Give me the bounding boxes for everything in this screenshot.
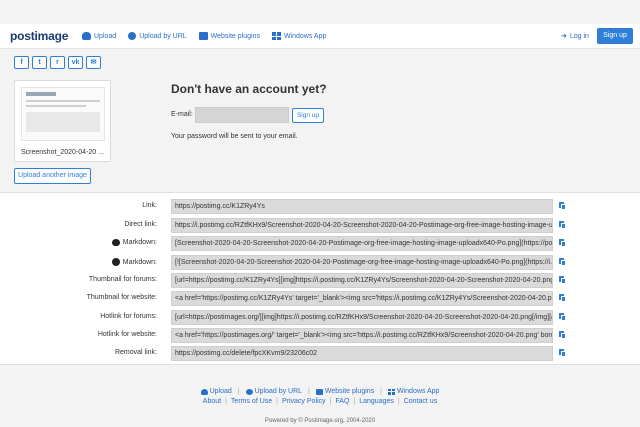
removal-link-field[interactable]: https://postimg.cc/delete/fpcXKvm9/23206… [171, 346, 553, 361]
direct-link-label: Direct link: [124, 221, 157, 228]
reddit-share-button[interactable]: r [50, 56, 65, 69]
footer-upload-link[interactable]: Upload [200, 388, 232, 395]
cloud-upload-icon [82, 32, 91, 40]
hotlink-forums-field[interactable]: [url=https://postimages.org/][img]https:… [171, 310, 553, 325]
copy-icon[interactable] [559, 294, 566, 302]
markdown-github-label: Markdown: [111, 258, 157, 266]
nav-windows-app-label: Windows App [283, 32, 327, 40]
copy-icon[interactable] [559, 202, 566, 210]
footer-faq-link[interactable]: FAQ [335, 398, 349, 405]
footer-privacy-link[interactable]: Privacy Policy [282, 398, 326, 405]
link-field[interactable]: https://postimg.cc/K1ZRy4Ys [171, 199, 553, 214]
thumbnail-forums-field[interactable]: [url=https://postimg.cc/K1ZRy4Ys][img]ht… [171, 273, 553, 288]
globe-icon [245, 388, 253, 395]
footer-about-link[interactable]: About [203, 398, 221, 405]
signup-button[interactable]: Sign up [597, 28, 633, 44]
login-icon: ➜ [561, 33, 567, 40]
footer-tools: Upload | Upload by URL | Website plugins… [0, 388, 640, 395]
footer-contact-link[interactable]: Contact us [404, 398, 437, 405]
link-row: Link: https://postimg.cc/K1ZRy4Ys [0, 199, 640, 214]
reddit-icon [111, 239, 120, 246]
windows-icon [271, 32, 281, 40]
direct-link-field[interactable]: https://i.postimg.cc/RZtfKHx9/Screenshot… [171, 218, 553, 233]
removal-link-row: Removal link: https://postimg.cc/delete/… [0, 346, 640, 361]
globe-icon [128, 32, 137, 40]
footer-links: About | Terms of Use | Privacy Policy | FAQ… [202, 398, 438, 405]
twitter-share-button[interactable]: t [32, 56, 47, 69]
thumbnail-forums-row: Thumbnail for forums: [url=https://posti… [0, 273, 640, 288]
direct-link-row: Direct link: https://i.postimg.cc/RZtfKH… [0, 218, 640, 233]
hotlink-forums-row: Hotlink for forums: [url=https://postima… [0, 310, 640, 325]
thumbnail-caption: Screenshot_2020-04-20 ... [21, 149, 104, 156]
vk-share-button[interactable]: vk [68, 56, 83, 69]
navbar: postimage Upload Upload by URL Website p… [0, 24, 640, 49]
login-label: Log in [569, 32, 589, 40]
powered-by: Powered by © Postimage.org, 2004-2020 [264, 418, 376, 424]
copy-icon[interactable] [559, 313, 566, 321]
footer-upload-by-url-link[interactable]: Upload by URL [245, 388, 302, 395]
upload-another-image-button[interactable]: Upload another image [14, 168, 91, 184]
footer-website-plugins-link[interactable]: Website plugins [315, 388, 374, 395]
email-field[interactable] [195, 107, 289, 123]
account-note: Your password will be sent to your email… [171, 133, 298, 140]
nav-website-plugins-link[interactable]: Website plugins [198, 32, 260, 40]
email-share-button[interactable]: ✉ [86, 56, 101, 69]
markdown-reddit-row: Markdown: [Screenshot-2020-04-20-Screens… [0, 236, 640, 251]
login-link[interactable]: ➜ Log in [561, 32, 589, 41]
hotlink-website-row: Hotlink for website: <a href='https://po… [0, 328, 640, 343]
link-label: Link: [142, 202, 157, 209]
nav-windows-app-link[interactable]: Windows App [271, 32, 327, 40]
puzzle-icon [315, 388, 323, 395]
footer-languages-link[interactable]: Languages [359, 398, 394, 405]
nav-upload-by-url-link[interactable]: Upload by URL [128, 32, 187, 40]
account-title: Don't have an account yet? [171, 82, 327, 96]
email-label: E-mail: [171, 111, 193, 118]
facebook-share-button[interactable]: f [14, 56, 29, 69]
copy-icon[interactable] [559, 276, 566, 284]
hotlink-website-field[interactable]: <a href='https://postimages.org/' target… [171, 328, 553, 343]
copy-icon[interactable] [559, 239, 566, 247]
markdown-reddit-label: Markdown: [111, 239, 157, 246]
cloud-upload-icon [200, 388, 208, 395]
image-thumbnail[interactable] [21, 87, 105, 141]
copy-icon[interactable] [559, 221, 566, 229]
copy-icon[interactable] [559, 258, 566, 266]
logo[interactable]: postimage [10, 29, 68, 43]
links-panel: Link: https://postimg.cc/K1ZRy4Ys Direct… [0, 192, 640, 365]
footer: Upload | Upload by URL | Website plugins… [0, 388, 640, 405]
nav-links: Upload Upload by URL Website plugins Win… [82, 32, 326, 40]
nav-upload-by-url-label: Upload by URL [139, 32, 187, 40]
markdown-reddit-field[interactable]: [Screenshot-2020-04-20-Screenshot-2020-0… [171, 236, 553, 251]
hotlink-website-label: Hotlink for website: [97, 331, 157, 338]
top-strip [0, 0, 640, 24]
copy-icon[interactable] [559, 349, 566, 357]
account-signup-button[interactable]: Sign up [292, 108, 324, 123]
copy-icon[interactable] [559, 331, 566, 339]
nav-website-plugins-label: Website plugins [210, 32, 260, 40]
puzzle-icon [198, 32, 208, 40]
thumbnail-website-row: Thumbnail for website: <a href='https://… [0, 291, 640, 306]
hotlink-forums-label: Hotlink for forums: [100, 313, 157, 320]
nav-upload-link[interactable]: Upload [82, 32, 116, 40]
footer-terms-link[interactable]: Terms of Use [231, 398, 272, 405]
thumbnail-website-label: Thumbnail for website: [86, 294, 157, 301]
windows-icon [388, 388, 395, 395]
thumbnail-website-field[interactable]: <a href='https://postimg.cc/K1ZRy4Ys' ta… [171, 291, 553, 306]
footer-windows-app-link[interactable]: Windows App [388, 388, 439, 395]
removal-link-label: Removal link: [114, 349, 157, 356]
share-buttons: f t r vk ✉ [14, 56, 101, 69]
markdown-github-row: Markdown: [![Screenshot-2020-04-20-Scree… [0, 255, 640, 270]
nav-upload-label: Upload [94, 32, 117, 40]
github-icon [111, 258, 120, 266]
markdown-github-field[interactable]: [![Screenshot-2020-04-20-Screenshot-2020… [171, 255, 553, 270]
thumbnail-forums-label: Thumbnail for forums: [88, 276, 157, 283]
image-thumbnail-card[interactable]: Screenshot_2020-04-20 ... [14, 80, 111, 162]
